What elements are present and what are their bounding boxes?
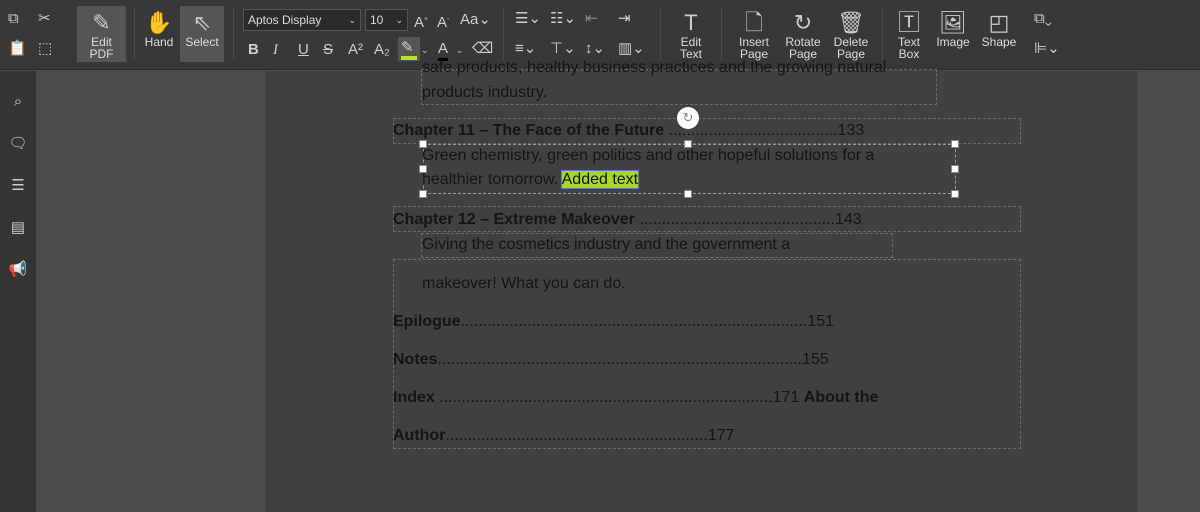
increase-indent-icon[interactable]: ⇥ [618, 10, 631, 28]
shape-button[interactable]: ◰ Shape [976, 6, 1022, 62]
toc-entry-epilogue[interactable]: Epilogue................................… [393, 313, 834, 331]
edit-pdf-button[interactable]: ✎ Edit PDF [77, 6, 126, 62]
line-spacing-icon[interactable]: ↕⌄ [585, 40, 605, 58]
pages-icon[interactable]: ▤ [8, 219, 28, 237]
bold-icon[interactable]: B [248, 41, 259, 59]
chevron-down-icon[interactable]: ⌄ [421, 41, 429, 59]
toc-entry-chapter-11[interactable]: Chapter 11 – The Face of the Future ....… [393, 122, 864, 140]
pdf-page: safe products, healthy business practice… [266, 59, 1138, 512]
font-family-select[interactable]: Aptos Display ⌄ [243, 9, 361, 31]
superscript-icon[interactable]: A² [348, 41, 363, 59]
resize-handle[interactable] [419, 165, 427, 173]
chevron-down-icon[interactable]: ⌄ [456, 41, 464, 59]
toc-entry-index[interactable]: Index ..................................… [393, 389, 878, 407]
trash-icon: 🗑 [837, 10, 865, 35]
comment-icon[interactable]: 🗨 [8, 135, 28, 153]
bullet-list-icon[interactable]: ☰⌄ [515, 10, 541, 28]
cut-icon[interactable]: ✂ [38, 10, 51, 28]
image-button[interactable]: 🖼 Image [932, 6, 974, 62]
columns-icon[interactable]: ▥⌄ [618, 40, 645, 58]
added-text-highlight[interactable]: Added text [560, 170, 640, 189]
select-button[interactable]: ⇖ Select [180, 6, 224, 62]
toc-entry-about-author[interactable]: Author..................................… [393, 427, 734, 445]
hand-button[interactable]: ✋ Hand [140, 6, 178, 62]
decrease-indent-icon[interactable]: ⇤ [585, 10, 598, 28]
resize-handle[interactable] [684, 190, 692, 198]
arrange-icon[interactable]: ⧉⌄ [1034, 10, 1052, 28]
edit-text-icon: T [684, 10, 698, 35]
vertical-align-icon[interactable]: ⊤⌄ [550, 40, 576, 58]
underline-icon[interactable]: U [298, 41, 309, 59]
edit-text-button[interactable]: T Edit Text [670, 6, 712, 62]
announcement-icon[interactable]: 📢 [8, 261, 28, 279]
search-icon[interactable]: ⌕ [8, 93, 28, 111]
page-icon: 🗋 [745, 10, 763, 35]
resize-handle[interactable] [951, 165, 959, 173]
highlight-button[interactable]: ✎ [398, 37, 420, 61]
subscript-icon[interactable]: A₂ [374, 41, 390, 59]
align-icon[interactable]: ≡⌄ [515, 40, 536, 58]
insert-page-button[interactable]: 🗋 Insert Page [732, 6, 776, 62]
font-size-select[interactable]: 10 ⌄ [365, 9, 408, 31]
increase-font-icon[interactable]: A+ [414, 11, 428, 32]
resize-handle[interactable] [951, 190, 959, 198]
rotate-page-button[interactable]: ↻ Rotate Page [781, 6, 825, 62]
decrease-font-icon[interactable]: A- [437, 11, 449, 32]
toc-entry-chapter-12[interactable]: Chapter 12 – Extreme Makeover ..........… [393, 211, 862, 229]
rotate-handle-icon[interactable]: ↻ [677, 107, 699, 129]
resize-handle[interactable] [419, 190, 427, 198]
paste-icon[interactable]: 📋 [8, 40, 27, 58]
toc-entry-notes[interactable]: Notes...................................… [393, 351, 829, 369]
resize-handle[interactable] [684, 140, 692, 148]
numbered-list-icon[interactable]: ☷⌄ [550, 10, 576, 28]
strikethrough-icon[interactable]: S [323, 41, 333, 59]
text-box-button[interactable]: 🅃 Text Box [888, 6, 930, 62]
resize-handle[interactable] [419, 140, 427, 148]
rotate-icon: ↻ [793, 10, 813, 35]
outline-icon[interactable]: ☰ [8, 177, 28, 195]
select-area-icon[interactable]: ⬚ [38, 40, 52, 58]
delete-page-button[interactable]: 🗑 Delete Page [829, 6, 873, 62]
resize-handle[interactable] [951, 140, 959, 148]
italic-icon[interactable]: I [273, 41, 278, 59]
shape-icon: ◰ [988, 10, 1010, 35]
eraser-icon[interactable]: ⌫ [472, 40, 493, 58]
image-icon: 🖼 [939, 10, 967, 35]
left-sidebar: ⌕ 🗨 ☰ ▤ 📢 [0, 71, 36, 512]
align-objects-icon[interactable]: ⊫⌄ [1034, 40, 1060, 58]
change-case-icon[interactable]: Aa⌄ [460, 11, 491, 29]
highlighter-icon: ✎ [401, 39, 414, 56]
cursor-icon: ⇖ [192, 10, 212, 35]
copy-icon[interactable]: ⧉ [8, 10, 19, 28]
edit-pdf-icon: ✎ [92, 10, 111, 35]
hand-icon: ✋ [145, 10, 173, 35]
text-box-icon: 🅃 [897, 10, 920, 35]
font-color-icon[interactable]: A [438, 40, 449, 61]
